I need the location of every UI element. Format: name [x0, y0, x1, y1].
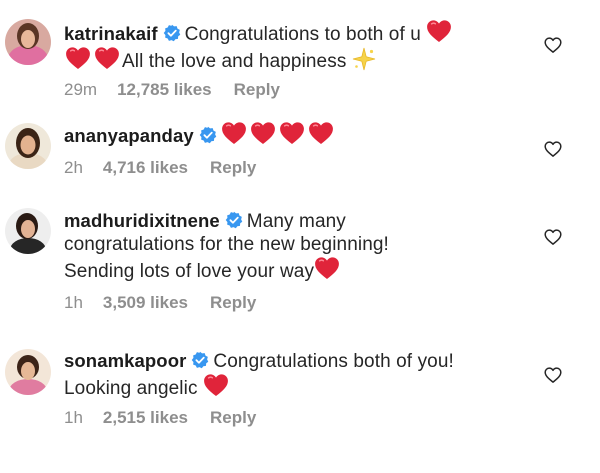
username[interactable]: madhuridixitnene: [64, 210, 220, 231]
username[interactable]: ananyapanday: [64, 125, 194, 146]
comment-time: 1h: [64, 293, 83, 312]
red-heart-emoji-icon: [203, 373, 229, 397]
heart-outline-icon[interactable]: [544, 140, 562, 158]
comment-time: 1h: [64, 408, 83, 427]
comment-text-line: Congratulations to both of u: [184, 24, 421, 45]
avatar[interactable]: [5, 19, 51, 65]
comment-madhuridixitnene: madhuridixitnene Many many congratulation…: [0, 190, 600, 330]
comment-meta: 1h 3,509 likes Reply: [64, 293, 276, 313]
reply-button[interactable]: Reply: [234, 80, 280, 99]
heart-outline-icon[interactable]: [544, 228, 562, 246]
comment-text-line: Congratulations both of you!: [213, 351, 454, 372]
comment-time: 29m: [64, 80, 98, 99]
comment-text: katrinakaif Congratulations to both of u …: [64, 19, 534, 73]
avatar[interactable]: [5, 208, 51, 254]
comment-meta: 2h 4,716 likes Reply: [64, 158, 276, 178]
heart-outline-icon[interactable]: [544, 36, 562, 54]
comment-meta: 29m 12,785 likes Reply: [64, 80, 300, 100]
red-heart-emoji-icon: [314, 256, 340, 280]
reply-button[interactable]: Reply: [210, 293, 256, 312]
red-heart-emoji-icon: [279, 121, 305, 145]
verified-badge-icon: [163, 24, 181, 42]
reply-button[interactable]: Reply: [210, 158, 256, 177]
comment-katrinakaif: katrinakaif Congratulations to both of u …: [0, 0, 600, 110]
verified-badge-icon: [225, 211, 243, 229]
red-heart-emoji-icon: [426, 19, 452, 43]
username[interactable]: sonamkapoor: [64, 350, 186, 371]
comment-meta: 1h 2,515 likes Reply: [64, 408, 276, 428]
comment-text-line: Sending lots of love your way: [64, 261, 315, 282]
comment-text-line: congratulations for the new beginning!: [64, 234, 389, 255]
red-heart-emoji-icon: [250, 121, 276, 145]
verified-badge-icon: [199, 126, 217, 144]
comment-text: ananyapanday: [64, 121, 534, 148]
likes-count[interactable]: 12,785 likes: [117, 80, 212, 99]
comment-text: sonamkapoor Congratulations both of you! …: [64, 349, 534, 400]
red-heart-emoji-icon: [94, 46, 120, 70]
username[interactable]: katrinakaif: [64, 23, 158, 44]
likes-count[interactable]: 3,509 likes: [103, 293, 188, 312]
comment-text: madhuridixitnene Many many congratulation…: [64, 209, 534, 283]
likes-count[interactable]: 4,716 likes: [103, 158, 188, 177]
sparkle-emoji-icon: [353, 47, 376, 71]
comment-sonamkapoor: sonamkapoor Congratulations both of you! …: [0, 330, 600, 473]
verified-badge-icon: [191, 351, 209, 369]
avatar[interactable]: [5, 123, 51, 169]
likes-count[interactable]: 2,515 likes: [103, 408, 188, 427]
comment-ananyapanday: ananyapanday 2h 4,716 likes Reply: [0, 110, 600, 190]
heart-outline-icon[interactable]: [544, 366, 562, 384]
comment-text-line: Looking angelic: [64, 378, 198, 399]
red-heart-emoji-icon: [65, 46, 91, 70]
red-heart-emoji-icon: [221, 121, 247, 145]
comment-time: 2h: [64, 158, 83, 177]
reply-button[interactable]: Reply: [210, 408, 256, 427]
comment-text-line: All the love and happiness: [122, 51, 347, 72]
red-heart-emoji-icon: [308, 121, 334, 145]
comment-text-line: Many many: [246, 211, 346, 232]
avatar[interactable]: [5, 349, 51, 395]
